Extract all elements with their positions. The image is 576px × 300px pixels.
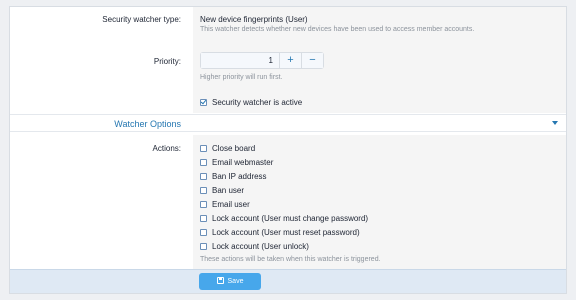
- type-description: This watcher detects whether new devices…: [200, 26, 475, 33]
- priority-increment-button[interactable]: +: [279, 53, 301, 68]
- action-checkbox[interactable]: [200, 159, 207, 166]
- action-checkbox[interactable]: [200, 215, 207, 222]
- action-item[interactable]: Ban user: [200, 186, 244, 195]
- save-label: Save: [227, 278, 244, 285]
- action-checkbox[interactable]: [200, 145, 207, 152]
- priority-label: Priority:: [153, 57, 181, 66]
- action-item[interactable]: Lock account (User must change password): [200, 214, 368, 223]
- action-checkbox[interactable]: [200, 173, 207, 180]
- action-item[interactable]: Email webmaster: [200, 158, 273, 167]
- action-checkbox[interactable]: [200, 229, 207, 236]
- action-label: Email webmaster: [212, 158, 274, 167]
- section-title: Watcher Options: [114, 119, 181, 129]
- type-value: New device fingerprints (User): [200, 15, 308, 24]
- save-icon: [216, 277, 224, 284]
- action-label: Ban user: [212, 186, 245, 195]
- save-button[interactable]: Save: [199, 273, 261, 290]
- priority-input[interactable]: 1: [201, 53, 279, 68]
- watcher-options-header[interactable]: Watcher Options: [10, 114, 566, 132]
- type-label: Security watcher type:: [102, 15, 181, 24]
- action-item[interactable]: Email user: [200, 200, 250, 209]
- priority-decrement-button[interactable]: −: [301, 53, 323, 68]
- active-label: Security watcher is active: [212, 98, 303, 107]
- form-footer: Save: [10, 269, 566, 293]
- actions-label: Actions:: [152, 144, 181, 153]
- chevron-down-icon[interactable]: [552, 121, 558, 125]
- action-checkbox[interactable]: [200, 187, 207, 194]
- active-checkbox-row[interactable]: Security watcher is active: [200, 98, 302, 107]
- active-checkbox[interactable]: [200, 99, 207, 106]
- action-label: Lock account (User unlock): [212, 242, 309, 251]
- action-label: Lock account (User must reset password): [212, 228, 360, 237]
- actions-hint: These actions will be taken when this wa…: [200, 256, 381, 263]
- action-item[interactable]: Lock account (User unlock): [200, 242, 309, 251]
- action-checkbox[interactable]: [200, 201, 207, 208]
- action-item[interactable]: Ban IP address: [200, 172, 267, 181]
- priority-stepper[interactable]: 1 + −: [200, 52, 324, 69]
- priority-hint: Higher priority will run first.: [200, 74, 283, 81]
- action-item[interactable]: Close board: [200, 144, 255, 153]
- watcher-form-panel: Security watcher type: New device finger…: [9, 6, 567, 294]
- action-checkbox[interactable]: [200, 243, 207, 250]
- action-item[interactable]: Lock account (User must reset password): [200, 228, 360, 237]
- action-label: Close board: [212, 144, 256, 153]
- action-label: Ban IP address: [212, 172, 267, 181]
- action-label: Email user: [212, 200, 250, 209]
- action-label: Lock account (User must change password): [212, 214, 369, 223]
